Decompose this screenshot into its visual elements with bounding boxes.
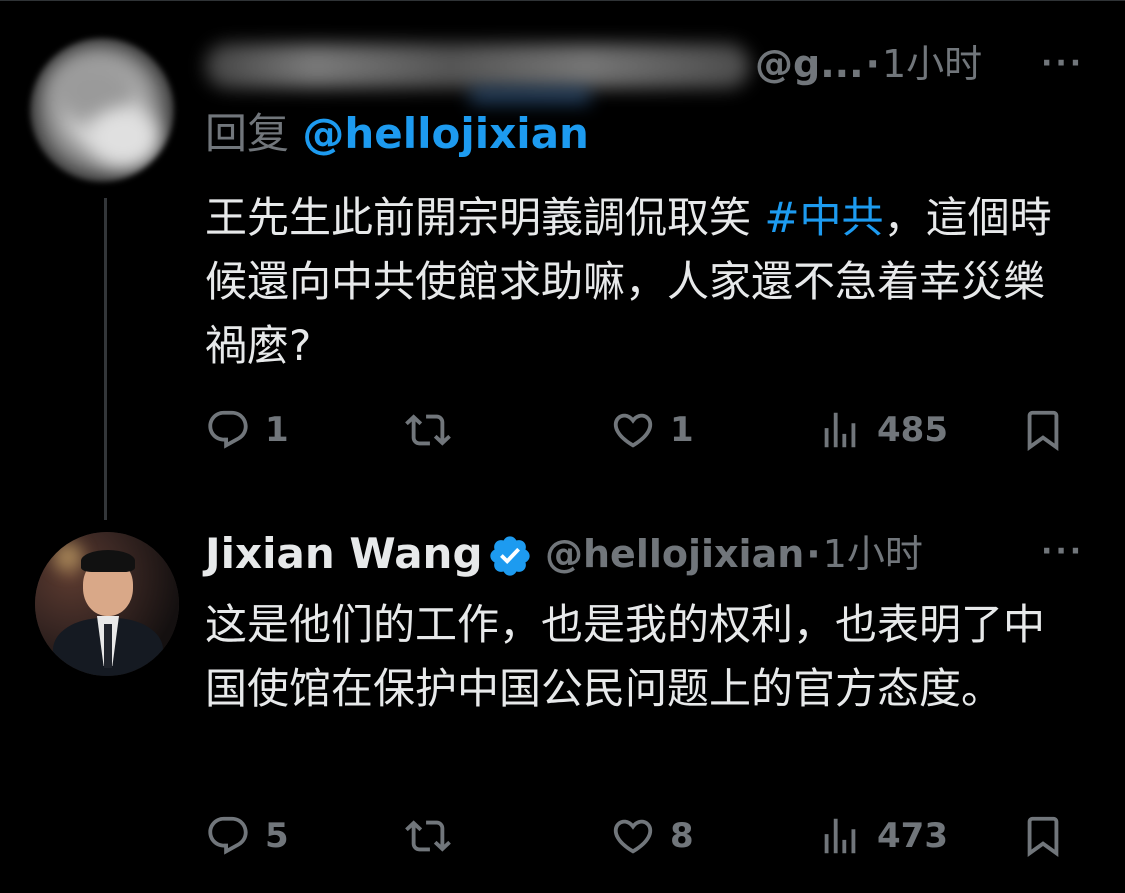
retweet-icon — [405, 820, 451, 852]
tweet-text: 这是他们的工作，也是我的权利，也表明了中国使馆在保护中国公民问题上的官方态度。 — [205, 600, 1046, 713]
reply-icon — [208, 410, 248, 449]
reply-icon — [208, 816, 248, 855]
reply-count: 1 — [265, 410, 289, 450]
bookmark-icon — [1027, 816, 1059, 857]
like-button[interactable]: 8 — [610, 808, 694, 864]
user-handle[interactable]: @g... — [755, 42, 864, 86]
blurred-display-name — [205, 44, 750, 88]
replying-to: 回复 @hellojixian — [205, 108, 589, 160]
views-count: 473 — [877, 816, 948, 856]
views-icon — [824, 818, 856, 854]
retweet-icon — [405, 414, 451, 446]
reply-label: 回复 — [205, 109, 290, 158]
views-count: 485 — [877, 410, 948, 450]
tweet-time[interactable]: 1小时 — [823, 532, 923, 576]
reply-button[interactable]: 1 — [205, 402, 289, 458]
tweet-meta: @g...·1小时 — [755, 40, 982, 88]
blurred-avatar[interactable] — [30, 38, 174, 182]
reply-count: 5 — [265, 816, 289, 856]
meta-separator: · — [865, 42, 880, 86]
views-icon — [824, 412, 856, 448]
more-options-icon[interactable]: ··· — [1041, 534, 1084, 569]
heart-icon — [613, 819, 653, 854]
verified-badge-icon — [490, 536, 530, 576]
retweet-button[interactable] — [405, 808, 465, 864]
views-button[interactable]: 485 — [817, 402, 948, 458]
bookmark-button[interactable] — [1020, 808, 1066, 864]
reply-handle-link[interactable]: @hellojixian — [302, 109, 589, 158]
action-bar: 5 8 473 — [205, 808, 1075, 864]
bookmark-icon — [1027, 410, 1059, 451]
meta-separator: · — [806, 532, 821, 576]
heart-icon — [613, 413, 653, 448]
bookmark-button[interactable] — [1020, 402, 1066, 458]
like-count: 8 — [670, 816, 694, 856]
reply-tweet[interactable]: @g...·1小时 ··· 回复 @hellojixian 王先生此前開宗明義調… — [0, 0, 1125, 520]
display-name[interactable]: Jixian Wang — [205, 528, 483, 580]
tweet-text-part: 王先生此前開宗明義調侃取笑 — [205, 193, 765, 242]
action-bar: 1 1 485 — [205, 402, 1075, 458]
tweet-text: 王先生此前開宗明義調侃取笑 #中共，這個時候還向中共使館求助嘛，人家還不急着幸災… — [205, 186, 1085, 378]
reply-button[interactable]: 5 — [205, 808, 289, 864]
views-button[interactable]: 473 — [817, 808, 948, 864]
retweet-button[interactable] — [405, 402, 465, 458]
blurred-display-name-fragment — [470, 88, 590, 104]
more-options-icon[interactable]: ··· — [1041, 46, 1084, 81]
tweet-time[interactable]: 1小时 — [882, 42, 982, 86]
user-handle[interactable]: @hellojixian — [545, 532, 804, 576]
profile-photo[interactable] — [35, 532, 179, 676]
hashtag-link[interactable]: #中共 — [764, 193, 883, 242]
like-count: 1 — [670, 410, 694, 450]
tweet-meta: @hellojixian·1小时 — [545, 530, 923, 578]
like-button[interactable]: 1 — [610, 402, 694, 458]
